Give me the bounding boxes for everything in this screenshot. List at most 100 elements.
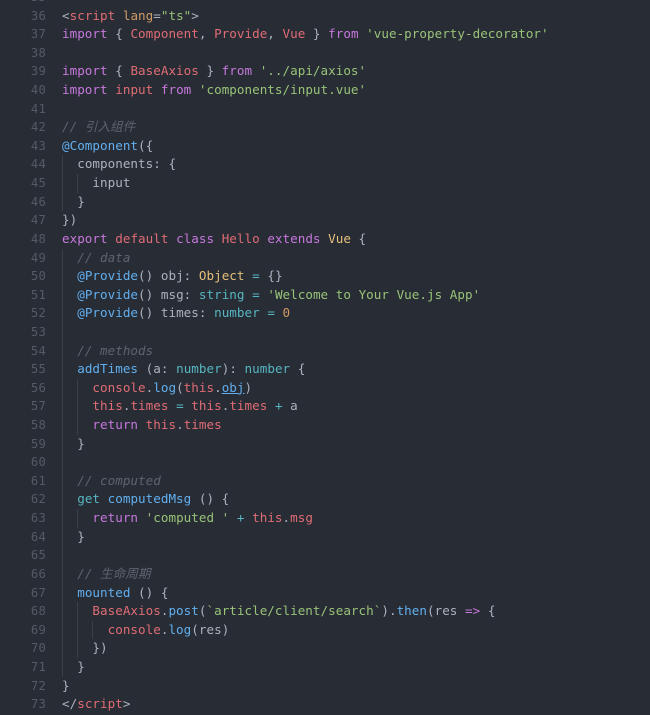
code-line[interactable]: 38	[0, 44, 650, 63]
code-line-content[interactable]: // computed	[62, 472, 161, 491]
code-line-content[interactable]: import { Component, Provide, Vue } from …	[62, 25, 549, 44]
code-line-content[interactable]: export default class Hello extends Vue {	[62, 230, 366, 249]
code-line-content[interactable]: <script lang="ts">	[62, 7, 199, 26]
code-line-content[interactable]: // methods	[62, 342, 153, 361]
code-line[interactable]: 65	[0, 546, 650, 565]
code-line[interactable]: 44 components: {	[0, 155, 650, 175]
code-token: Object	[198, 268, 245, 284]
code-line[interactable]: 45 input	[0, 174, 650, 193]
code-line-content[interactable]: }	[62, 435, 85, 454]
code-line-content[interactable]: // 生命周期	[62, 565, 150, 584]
code-line-content[interactable]: }	[62, 193, 85, 212]
code-line[interactable]: 60	[0, 453, 650, 472]
code-line[interactable]: 52 @Provide() times: number = 0	[0, 304, 650, 323]
code-token: ()	[138, 268, 161, 284]
code-line-content[interactable]: import { BaseAxios } from '../api/axios'	[62, 62, 366, 81]
code-token: Hello	[221, 230, 260, 246]
code-token: return	[92, 510, 139, 526]
line-number: 72	[30, 678, 46, 693]
code-line[interactable]: 63 return 'computed ' + this.msg	[0, 509, 650, 528]
code-token: @Provide	[77, 286, 139, 302]
code-line[interactable]: 51 @Provide() msg: string = 'Welcome to …	[0, 285, 650, 305]
code-line[interactable]: 73 </script>	[0, 695, 650, 714]
code-line[interactable]: 37 import { Component, Provide, Vue } fro…	[0, 25, 650, 44]
code-line[interactable]: 42 // 引入组件	[0, 118, 650, 137]
code-editor[interactable]: 3536<script lang="ts">37import { Compone…	[0, 0, 650, 715]
code-line[interactable]: 41	[0, 100, 650, 119]
code-line[interactable]: 64 }	[0, 527, 650, 547]
code-token: addTimes	[77, 361, 139, 377]
code-token: string	[198, 286, 245, 302]
code-line[interactable]: 40 import input from 'components/input.vu…	[0, 81, 650, 100]
code-line[interactable]: 58 return this.times	[0, 416, 650, 435]
code-line[interactable]: 39 import { BaseAxios } from '../api/axio…	[0, 62, 650, 81]
code-line[interactable]: 57 this.times = this.times + a	[0, 397, 650, 417]
code-token: "ts"	[160, 7, 192, 23]
code-line[interactable]: 54 // methods	[0, 341, 650, 361]
code-token: res	[434, 603, 458, 619]
code-line-content[interactable]: BaseAxios.post(`article/client/search`).…	[62, 602, 495, 621]
code-line[interactable]: 56 console.log(this.obj)	[0, 378, 650, 398]
code-line-content[interactable]: import input from 'components/input.vue'	[62, 81, 366, 100]
code-line-content[interactable]: this.times = this.times + a	[62, 397, 298, 416]
line-number: 61	[30, 473, 46, 488]
code-line[interactable]: 43 @Component({	[0, 137, 650, 156]
code-token: obj	[221, 379, 245, 395]
code-line-content[interactable]: addTimes (a: number): number {	[62, 360, 305, 379]
code-line-content[interactable]: get computedMsg () {	[62, 490, 229, 509]
code-token: ()	[138, 286, 161, 302]
code-token: }	[62, 193, 85, 209]
code-line[interactable]: 59 }	[0, 434, 650, 454]
code-line-content[interactable]: }	[62, 658, 85, 677]
code-line[interactable]: 71 }	[0, 657, 650, 677]
code-line[interactable]: 72}	[0, 677, 650, 696]
code-line[interactable]: 50 @Provide() obj: Object = {}	[0, 267, 650, 286]
code-line-content[interactable]: @Provide() times: number = 0	[62, 304, 290, 323]
code-line-content[interactable]: @Component({	[62, 137, 153, 156]
code-line[interactable]: 68 BaseAxios.post(`article/client/search…	[0, 602, 650, 621]
line-number: 50	[30, 269, 46, 284]
code-line-content[interactable]: return 'computed ' + this.msg	[62, 509, 313, 528]
code-line-content[interactable]: // 引入组件	[62, 118, 135, 137]
code-line-content[interactable]: }	[62, 528, 85, 547]
code-lines-container[interactable]: 3536<script lang="ts">37import { Compone…	[0, 0, 650, 714]
code-line[interactable]: 61 // computed	[0, 471, 650, 491]
code-line[interactable]: 47})	[0, 211, 650, 230]
code-line[interactable]: 55 addTimes (a: number): number {	[0, 360, 650, 379]
code-line-content[interactable]: components: {	[62, 155, 176, 174]
code-line[interactable]: 48 export default class Hello extends Vue…	[0, 230, 650, 249]
code-line[interactable]: 69 console.log(res)	[0, 620, 650, 640]
code-line[interactable]: 62 get computedMsg () {	[0, 490, 650, 510]
code-line[interactable]: 46 }	[0, 192, 650, 212]
code-line-content[interactable]: // data	[62, 249, 130, 268]
code-token: =>	[465, 603, 481, 619]
code-line-content[interactable]: return this.times	[62, 416, 222, 435]
code-line[interactable]: 36 <script lang="ts">	[0, 7, 650, 26]
code-line-content[interactable]: })	[62, 211, 77, 230]
code-token: ,	[198, 26, 215, 42]
code-line-content[interactable]: </script>	[62, 695, 130, 714]
code-line-content[interactable]: @Provide() obj: Object = {}	[62, 267, 283, 286]
code-token: times	[160, 305, 199, 321]
code-line-content[interactable]: console.log(res)	[62, 621, 230, 640]
code-token: post	[168, 603, 199, 619]
code-line[interactable]: 53	[0, 322, 650, 342]
code-line-content[interactable]: input	[62, 174, 130, 193]
code-line-content[interactable]: console.log(this.obj)	[62, 379, 252, 398]
code-line[interactable]: 49 // data	[0, 248, 650, 268]
code-line[interactable]: 66 // 生命周期	[0, 564, 650, 584]
code-line-content[interactable]: mounted () {	[62, 584, 168, 603]
code-line-content[interactable]: }	[62, 677, 70, 696]
code-line[interactable]: 67 mounted () {	[0, 583, 650, 603]
code-line[interactable]: 35	[0, 0, 650, 7]
code-token: (	[176, 379, 184, 395]
code-line-content[interactable]: })	[62, 639, 108, 658]
indent-guide	[62, 546, 63, 565]
code-line[interactable]: 70 })	[0, 639, 650, 658]
code-line-content[interactable]: @Provide() msg: string = 'Welcome to You…	[62, 286, 480, 305]
